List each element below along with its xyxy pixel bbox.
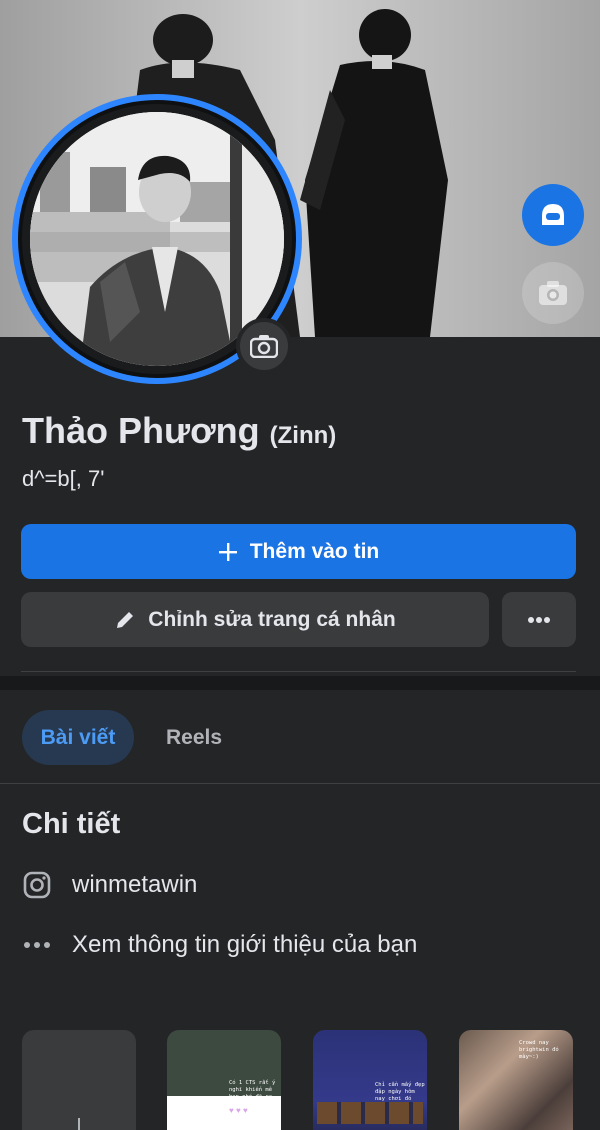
divider bbox=[0, 783, 600, 784]
tab-posts-label: Bài viết bbox=[40, 725, 116, 749]
camera-icon bbox=[250, 335, 278, 358]
instagram-icon bbox=[22, 870, 52, 900]
add-to-story-button[interactable]: Thêm vào tin bbox=[21, 524, 576, 579]
featured-item[interactable]: Có 1 CTS rất ý nghĩ khiến mê bạn nhé đã … bbox=[167, 1030, 281, 1130]
detail-see-about[interactable]: Xem thông tin giới thiệu của bạn bbox=[22, 930, 417, 960]
profile-name-row: Thảo Phương (Zinn) bbox=[22, 410, 336, 452]
featured-caption: Có 1 CTS rất ý nghĩ khiến mê bạn nhé đã … bbox=[229, 1080, 276, 1107]
add-to-story-label: Thêm vào tin bbox=[249, 539, 380, 563]
featured-add[interactable] bbox=[22, 1030, 136, 1130]
tab-reels[interactable]: Reels bbox=[148, 710, 240, 765]
more-dots-icon bbox=[22, 930, 52, 960]
plus-icon bbox=[78, 1118, 80, 1130]
featured-caption: Chỉ cần mấy đẹp đập ngày hôm nay chơi đó bbox=[375, 1082, 425, 1102]
detail-instagram[interactable]: winmetawin bbox=[22, 870, 197, 900]
details-title: Chi tiết bbox=[22, 808, 121, 840]
avatar-camera-button[interactable] bbox=[236, 318, 292, 374]
camera-icon bbox=[539, 281, 567, 305]
pencil-icon bbox=[117, 611, 134, 628]
assistant-icon bbox=[542, 204, 564, 225]
featured-item[interactable]: Crowd nay brightwin đó mày~:) bbox=[459, 1030, 573, 1130]
divider bbox=[21, 671, 576, 672]
detail-instagram-text: winmetawin bbox=[72, 871, 198, 898]
featured-item[interactable]: Chỉ cần mấy đẹp đập ngày hôm nay chơi đó bbox=[313, 1030, 427, 1130]
cover-camera-button[interactable] bbox=[522, 262, 584, 324]
edit-profile-button[interactable]: Chỉnh sửa trang cá nhân bbox=[21, 592, 489, 647]
edit-profile-label: Chỉnh sửa trang cá nhân bbox=[148, 607, 396, 631]
section-separator bbox=[0, 676, 600, 690]
profile-name: Thảo Phương bbox=[22, 410, 260, 451]
tab-reels-label: Reels bbox=[165, 725, 223, 749]
detail-see-about-text: Xem thông tin giới thiệu của bạn bbox=[72, 931, 418, 958]
assistant-button[interactable] bbox=[522, 184, 584, 246]
hearts-decoration: ♥ ♥ ♥ bbox=[229, 1106, 248, 1115]
featured-caption: Crowd nay brightwin đó mày~:) bbox=[519, 1040, 559, 1060]
more-options-button[interactable] bbox=[502, 592, 576, 647]
more-dots-icon bbox=[528, 616, 550, 623]
profile-alternate-name: (Zinn) bbox=[269, 422, 337, 449]
profile-bio: d^=b[, 7' bbox=[22, 466, 105, 491]
plus-icon bbox=[218, 542, 237, 561]
tab-posts[interactable]: Bài viết bbox=[22, 710, 134, 765]
image-strip bbox=[317, 1102, 423, 1124]
